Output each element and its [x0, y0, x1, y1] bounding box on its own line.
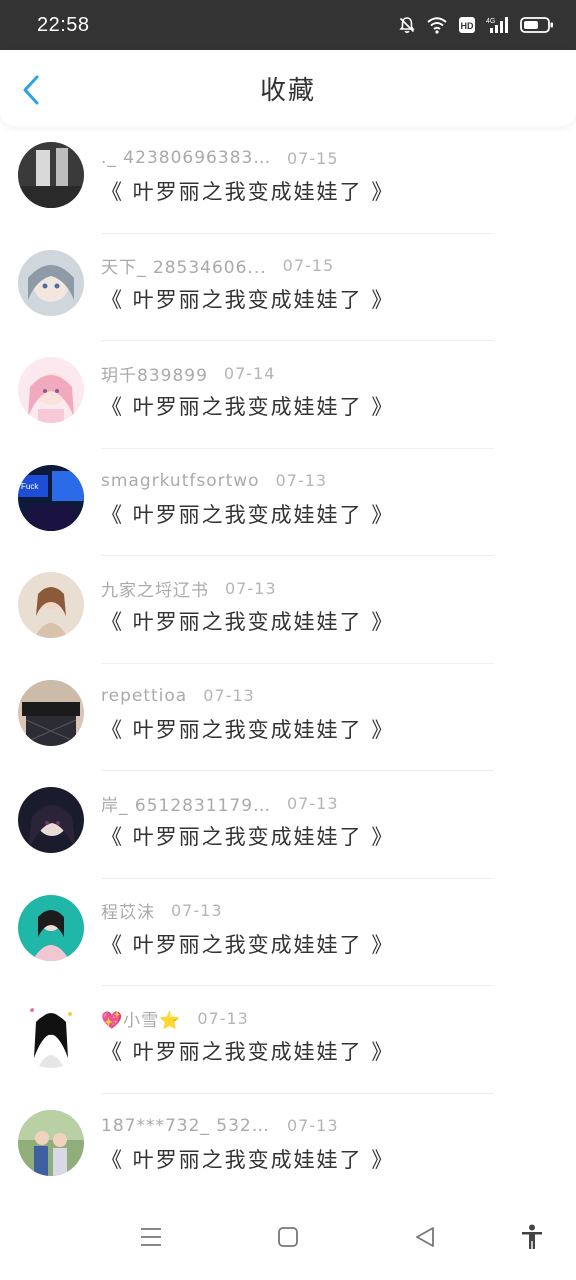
meta-row: 187***732_ 5325... 07-13	[101, 1114, 339, 1138]
accessibility-button[interactable]	[520, 1224, 544, 1250]
date: 07-14	[223, 363, 276, 383]
home-button[interactable]	[277, 1226, 299, 1248]
chevron-left-icon	[23, 75, 39, 105]
list-item[interactable]: 九家之埒辽书 07-13 《 叶罗丽之我变成娃娃了 》	[0, 556, 576, 664]
meta-row: 💖小雪⭐ 07-13	[101, 1006, 249, 1031]
avatar[interactable]	[18, 249, 84, 316]
list-item[interactable]: ._ 423806963837... 07-15 《 叶罗丽之我变成娃娃了 》	[0, 126, 576, 234]
list-item[interactable]: 💖小雪⭐ 07-13 《 叶罗丽之我变成娃娃了 》	[0, 986, 576, 1094]
username[interactable]: smagrkutfsortwo	[101, 471, 260, 491]
username[interactable]: 187***732_ 5325...	[101, 1116, 271, 1136]
meta-row: repettioa 07-13	[101, 684, 255, 708]
username[interactable]: 天下_ 28534606...	[101, 253, 267, 278]
date: 07-13	[203, 686, 255, 705]
book-title[interactable]: 《 叶罗丽之我变成娃娃了 》	[101, 821, 394, 851]
list-item[interactable]: 岸_ 6512831179... 07-13 《 叶罗丽之我变成娃娃了 》	[0, 771, 576, 879]
svg-text:Fuck: Fuck	[21, 482, 39, 491]
accessibility-icon	[522, 1224, 542, 1249]
avatar[interactable]	[18, 1002, 84, 1068]
date: 07-13	[197, 1008, 249, 1028]
meta-row: 天下_ 28534606... 07-15	[101, 254, 334, 278]
system-nav-bar	[0, 1196, 576, 1280]
username[interactable]: ._ 423806963837...	[101, 148, 271, 168]
book-title[interactable]: 《 叶罗丽之我变成娃娃了 》	[101, 391, 394, 421]
username[interactable]: 程苡沫	[101, 898, 155, 923]
hd-icon: HD	[458, 16, 476, 34]
meta-row: 岸_ 6512831179... 07-13	[101, 791, 339, 816]
username[interactable]: 💖小雪⭐	[101, 1006, 181, 1031]
avatar[interactable]	[18, 1109, 84, 1176]
meta-row: smagrkutfsortwo 07-13	[101, 469, 327, 493]
list-item[interactable]: 天下_ 28534606... 07-15 《 叶罗丽之我变成娃娃了 》	[0, 234, 576, 341]
favorites-list: ._ 423806963837... 07-15 《 叶罗丽之我变成娃娃了 》 …	[0, 126, 576, 1201]
svg-text:HD: HD	[461, 21, 474, 31]
avatar[interactable]: Fuck	[18, 464, 84, 531]
status-time: 22:58	[37, 13, 90, 36]
list-item[interactable]: 187***732_ 5325... 07-13 《 叶罗丽之我变成娃娃了 》	[0, 1094, 576, 1201]
avatar[interactable]	[18, 357, 84, 423]
username[interactable]: 岸_ 6512831179...	[101, 791, 271, 816]
date: 07-13	[287, 1116, 339, 1135]
book-title[interactable]: 《 叶罗丽之我变成娃娃了 》	[101, 714, 394, 744]
meta-row: 程苡沫 07-13	[101, 899, 223, 923]
meta-row: 玥千839899 07-14	[101, 361, 276, 386]
status-icons: HD 4G	[398, 16, 554, 34]
avatar[interactable]	[18, 142, 84, 208]
bell-off-icon	[398, 16, 416, 34]
svg-text:4G: 4G	[486, 18, 495, 25]
back-triangle-icon	[416, 1227, 434, 1247]
avatar[interactable]	[18, 894, 84, 961]
avatar[interactable]	[18, 679, 84, 746]
wifi-icon	[426, 16, 448, 34]
signal-4g-icon: 4G	[486, 16, 510, 34]
meta-row: ._ 423806963837... 07-15	[101, 146, 339, 170]
book-title[interactable]: 《 叶罗丽之我变成娃娃了 》	[101, 284, 394, 314]
book-title[interactable]: 《 叶罗丽之我变成娃娃了 》	[101, 606, 394, 636]
date: 07-13	[275, 471, 328, 490]
book-title[interactable]: 《 叶罗丽之我变成娃娃了 》	[101, 176, 394, 206]
list-item[interactable]: Fuck smagrkutfsortwo 07-13 《 叶罗丽之我变成娃娃了 …	[0, 449, 576, 556]
date: 07-13	[171, 901, 223, 920]
back-nav-button[interactable]	[414, 1226, 436, 1248]
date: 07-15	[287, 148, 339, 168]
list-item[interactable]: 程苡沫 07-13 《 叶罗丽之我变成娃娃了 》	[0, 879, 576, 986]
username[interactable]: 九家之埒辽书	[101, 576, 209, 601]
back-button[interactable]	[18, 74, 46, 106]
date: 07-15	[282, 256, 335, 275]
home-square-icon	[278, 1227, 298, 1247]
book-title[interactable]: 《 叶罗丽之我变成娃娃了 》	[101, 1036, 394, 1066]
book-title[interactable]: 《 叶罗丽之我变成娃娃了 》	[101, 499, 394, 529]
book-title[interactable]: 《 叶罗丽之我变成娃娃了 》	[101, 1144, 394, 1174]
book-title[interactable]: 《 叶罗丽之我变成娃娃了 》	[101, 929, 394, 959]
avatar[interactable]	[18, 572, 84, 638]
date: 07-13	[225, 578, 277, 598]
status-bar: 22:58 HD 4G	[0, 0, 576, 50]
list-item[interactable]: repettioa 07-13 《 叶罗丽之我变成娃娃了 》	[0, 664, 576, 771]
battery-icon	[520, 16, 554, 34]
menu-icon	[141, 1228, 161, 1246]
date: 07-13	[287, 793, 339, 813]
app-header: 收藏	[0, 50, 576, 126]
page-title: 收藏	[259, 75, 316, 106]
username[interactable]: 玥千839899	[101, 361, 208, 386]
avatar[interactable]	[18, 787, 84, 853]
username[interactable]: repettioa	[101, 686, 187, 706]
meta-row: 九家之埒辽书 07-13	[101, 576, 277, 601]
menu-button[interactable]	[140, 1226, 162, 1248]
list-item[interactable]: 玥千839899 07-14 《 叶罗丽之我变成娃娃了 》	[0, 341, 576, 449]
